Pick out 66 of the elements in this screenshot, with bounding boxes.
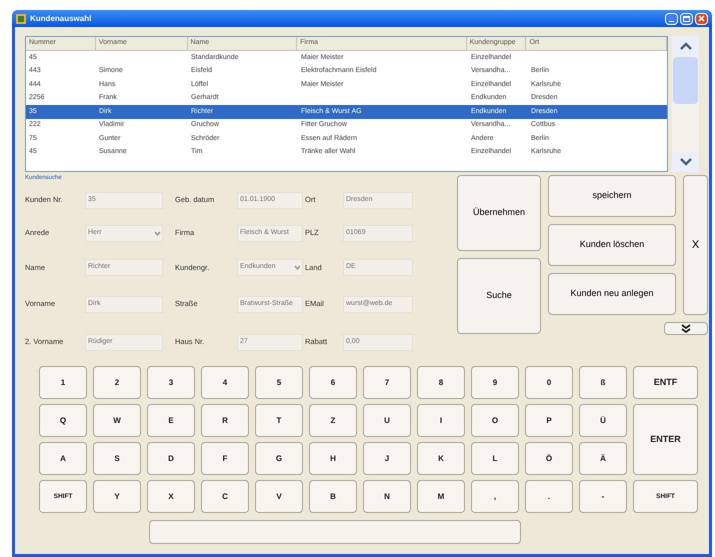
keyboard-key[interactable]: 9 (471, 366, 519, 399)
keyboard-key[interactable]: ß (579, 366, 627, 399)
keyboard-key[interactable]: 6 (309, 366, 357, 399)
keyboard-key[interactable]: M (417, 480, 465, 513)
keyboard-key[interactable]: 8 (417, 366, 465, 399)
app-icon (16, 14, 26, 24)
chevron-down-icon (680, 158, 692, 166)
delete-customer-button[interactable]: Kunden löschen (548, 224, 676, 266)
double-chevron-icon (681, 324, 691, 333)
keyboard-key[interactable]: K (417, 442, 465, 475)
keyboard-key[interactable]: ENTF (633, 366, 698, 399)
keyboard-key[interactable]: 1 (39, 366, 87, 399)
keyboard-key[interactable]: Ä (579, 442, 627, 475)
scroll-thumb[interactable] (673, 57, 698, 104)
window-title: Kundenauswahl (30, 12, 92, 24)
keyboard-key[interactable]: Ü (579, 404, 627, 437)
keyboard-key[interactable]: 0 (525, 366, 573, 399)
keyboard-key[interactable]: T (255, 404, 303, 437)
keyboard-key[interactable]: R (201, 404, 249, 437)
keyboard-key[interactable]: Ö (525, 442, 573, 475)
keyboard-key[interactable]: E (147, 404, 195, 437)
keyboard-key[interactable]: 5 (255, 366, 303, 399)
keyboard-key[interactable]: U (363, 404, 411, 437)
collapse-button[interactable] (664, 322, 708, 335)
keyboard-key[interactable]: L (471, 442, 519, 475)
maximize-button[interactable] (680, 12, 693, 24)
keyboard-key[interactable]: Q (39, 404, 87, 437)
keyboard-key[interactable]: H (309, 442, 357, 475)
keyboard-key[interactable]: C (201, 480, 249, 513)
keyboard-key[interactable]: J (363, 442, 411, 475)
close-icon (698, 15, 705, 22)
keyboard-key[interactable]: Y (93, 480, 141, 513)
keyboard-key[interactable]: X (147, 480, 195, 513)
keyboard-key[interactable]: 7 (363, 366, 411, 399)
keyboard-key[interactable]: I (417, 404, 465, 437)
keyboard-key[interactable]: D (147, 442, 195, 475)
scrollbar[interactable] (672, 36, 699, 172)
close-panel-button[interactable]: X (683, 175, 708, 315)
accept-button[interactable]: Übernehmen (457, 175, 541, 251)
keyboard-key[interactable]: V (255, 480, 303, 513)
scroll-up-button[interactable] (672, 36, 699, 56)
keyboard-key[interactable]: O (471, 404, 519, 437)
keyboard-key[interactable]: G (255, 442, 303, 475)
keyboard-key[interactable]: ENTER (633, 404, 698, 475)
keyboard-key[interactable]: W (93, 404, 141, 437)
keyboard-key[interactable]: B (309, 480, 357, 513)
keyboard-key[interactable]: S (93, 442, 141, 475)
keyboard-key[interactable]: . (525, 480, 573, 513)
close-button[interactable] (695, 12, 708, 24)
keyboard-key[interactable]: - (579, 480, 627, 513)
minimize-button[interactable] (665, 12, 678, 24)
save-button[interactable]: speichern (548, 175, 676, 217)
keyboard-key[interactable]: F (201, 442, 249, 475)
keyboard-key[interactable]: N (363, 480, 411, 513)
keyboard-key[interactable]: 3 (147, 366, 195, 399)
space-bar[interactable] (149, 520, 521, 544)
keyboard-key[interactable]: A (39, 442, 87, 475)
keyboard-key[interactable]: 2 (93, 366, 141, 399)
keyboard-key[interactable]: , (471, 480, 519, 513)
keyboard-key[interactable]: Z (309, 404, 357, 437)
chevron-up-icon (680, 42, 692, 50)
keyboard-key[interactable]: 4 (201, 366, 249, 399)
scroll-down-button[interactable] (672, 152, 699, 172)
keyboard-key[interactable]: P (525, 404, 573, 437)
search-button[interactable]: Suche (457, 258, 541, 334)
new-customer-button[interactable]: Kunden neu anlegen (548, 273, 676, 315)
